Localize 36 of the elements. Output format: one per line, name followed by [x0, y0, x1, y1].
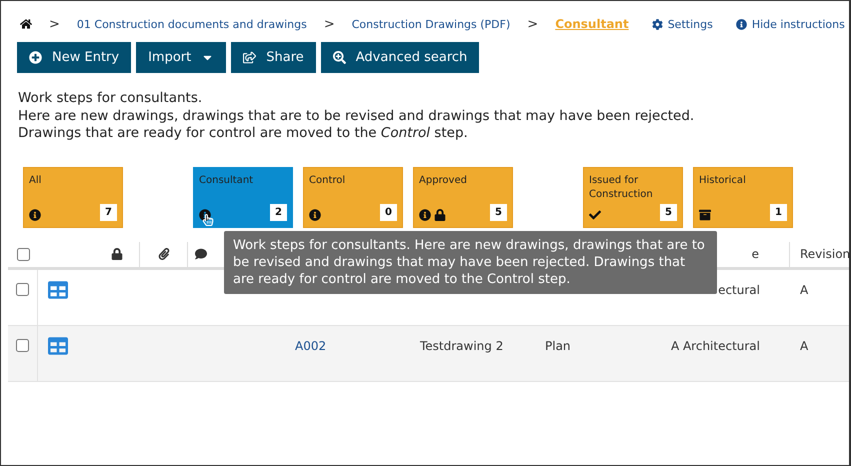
count-badge: 0: [380, 204, 397, 220]
table-cell: A: [800, 282, 808, 296]
column-header[interactable]: e: [752, 247, 759, 261]
step-card[interactable]: Consultant 2: [193, 166, 293, 228]
drawing-number-link[interactable]: A002: [295, 338, 326, 352]
count-badge: 5: [660, 204, 677, 220]
table-cell: Plan: [545, 338, 571, 352]
toolbar-button[interactable]: New Entry: [17, 42, 132, 73]
breadcrumb-separator: >: [527, 16, 538, 32]
table-cell: ectural: [718, 282, 760, 296]
settings-link[interactable]: Settings: [652, 18, 713, 30]
instruction-text: Here are new drawings, drawings that are to be revised and drawings that may have been rejected.: [18, 108, 696, 125]
instruction-text: Work steps for consultants.: [18, 90, 204, 108]
table-cell: Testdrawing 2: [420, 338, 504, 352]
breadcrumb-link[interactable]: Construction Drawings (PDF): [352, 18, 510, 30]
table-cell: A Architectural: [670, 338, 760, 352]
count-badge: 1: [770, 204, 787, 220]
count-badge: 7: [100, 204, 117, 220]
dropdown-button[interactable]: Import: [136, 42, 226, 73]
breadcrumb-separator: >: [324, 16, 335, 32]
instructions-link[interactable]: Hide instructions: [736, 18, 845, 30]
count-badge: 5: [490, 204, 507, 220]
breadcrumb-link[interactable]: 01 Construction documents and drawings: [76, 18, 307, 30]
tooltip: Work steps for consultants. Here are new drawings, drawings that are to be revised and drawings that may have been rejected. Drawings that are ready for control are moved to the Control step.: [224, 231, 717, 294]
step-card[interactable]: Control 0: [303, 166, 403, 228]
column-header[interactable]: Revision: [800, 247, 849, 261]
step-card[interactable]: Historical 1: [693, 166, 793, 228]
toolbar-button[interactable]: Advanced search: [320, 42, 480, 73]
toolbar-button[interactable]: Share: [231, 42, 316, 73]
count-badge: 2: [270, 204, 287, 220]
instruction-text: Drawings that are ready for control are moved to the Control step.: [18, 125, 469, 142]
step-card[interactable]: Approved 5: [413, 166, 513, 228]
table-cell: A: [800, 338, 808, 352]
breadcrumb-separator: >: [49, 16, 60, 32]
step-card[interactable]: Issued for Construction 5: [583, 166, 683, 228]
step-card[interactable]: All 7: [23, 166, 123, 228]
